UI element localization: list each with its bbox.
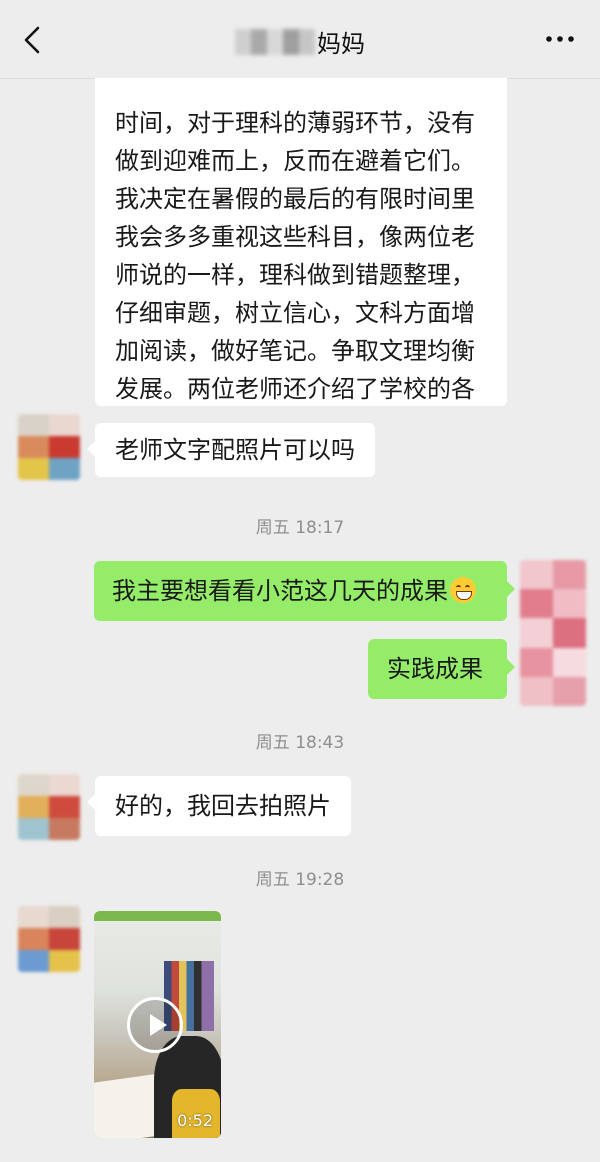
incoming-message[interactable]: 好的，我回去拍照片 bbox=[87, 776, 351, 836]
timestamp: 周五 18:43 bbox=[255, 733, 345, 753]
video-message[interactable]: 0:52 bbox=[94, 911, 221, 1138]
avatar[interactable] bbox=[18, 906, 80, 972]
avatar[interactable] bbox=[18, 414, 80, 480]
blurred-name bbox=[235, 28, 315, 55]
message-text: 实践成果 bbox=[387, 655, 483, 683]
timestamp: 周五 18:17 bbox=[255, 518, 345, 538]
my-avatar[interactable] bbox=[520, 560, 586, 706]
video-duration: 0:52 bbox=[177, 1111, 213, 1130]
grinning-face-emoji-icon bbox=[450, 577, 476, 603]
outgoing-message[interactable]: 我主要想看看小范这几天的成果 bbox=[94, 561, 515, 621]
avatar[interactable] bbox=[18, 774, 80, 840]
chat-header: 妈妈 bbox=[0, 0, 600, 79]
timestamp: 周五 19:28 bbox=[255, 870, 345, 890]
outgoing-message[interactable]: 实践成果 bbox=[368, 639, 515, 699]
chat-title-text: 妈妈 bbox=[317, 30, 365, 58]
message-text: 好的，我回去拍照片 bbox=[115, 792, 331, 820]
chat-title: 妈妈 bbox=[0, 24, 600, 59]
message-text: 老师文字配照片可以吗 bbox=[115, 436, 355, 464]
play-icon[interactable] bbox=[127, 997, 183, 1053]
message-text: 时间，对于理科的薄弱环节，没有 做到迎难而上，反而在避着它们。 我决定在暑假的最… bbox=[115, 109, 475, 403]
ellipsis-icon[interactable] bbox=[544, 32, 576, 46]
message-text: 我主要想看看小范这几天的成果 bbox=[112, 577, 448, 605]
incoming-message-long[interactable]: 时间，对于理科的薄弱环节，没有 做到迎难而上，反而在避着它们。 我决定在暑假的最… bbox=[95, 78, 507, 406]
incoming-message[interactable]: 老师文字配照片可以吗 bbox=[87, 423, 375, 477]
video-thumbnail-shelf bbox=[94, 911, 221, 921]
